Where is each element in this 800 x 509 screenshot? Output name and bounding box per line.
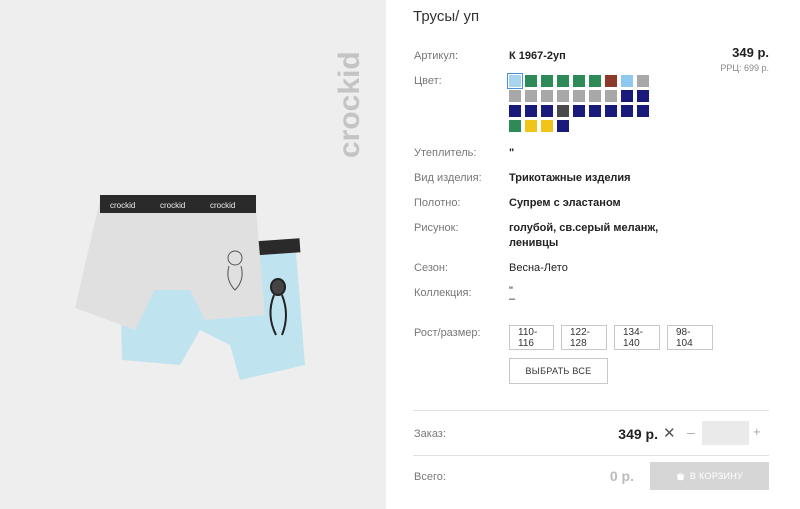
swatch-row [509, 105, 649, 117]
quantity-input[interactable] [702, 421, 749, 445]
color-swatch[interactable] [525, 75, 537, 87]
color-swatch[interactable] [573, 90, 585, 102]
swatch-row [509, 90, 649, 102]
color-swatch[interactable] [589, 75, 601, 87]
color-swatch[interactable] [605, 105, 617, 117]
cart-icon [676, 472, 684, 480]
color-swatch[interactable] [541, 75, 553, 87]
insulation-value: " [509, 147, 515, 159]
size-options: 110-116 122-128 134-140 98-104 [509, 325, 713, 350]
article-label: Артикул: [414, 50, 459, 62]
color-swatch[interactable] [509, 120, 521, 132]
type-value: Трикотажные изделия [509, 172, 631, 184]
product-rrp: РРЦ: 699 р. [720, 63, 769, 73]
season-value: Весна-Лето [509, 262, 568, 274]
color-swatch[interactable] [557, 105, 569, 117]
svg-text:crockid: crockid [160, 201, 185, 210]
season-label: Сезон: [414, 262, 448, 274]
product-image-panel: crockid crockid crockid crockid [0, 0, 386, 509]
size-option-134-140[interactable]: 134-140 [614, 325, 660, 350]
color-swatch[interactable] [525, 120, 537, 132]
total-value: 0 р. [609, 468, 634, 484]
swatch-row [507, 73, 649, 89]
color-swatch[interactable] [637, 75, 649, 87]
add-to-cart-button[interactable]: В КОРЗИНУ [650, 462, 769, 490]
brand-logo-text: crockid [333, 51, 366, 158]
collection-label: Коллекция: [414, 287, 472, 299]
color-swatch[interactable] [573, 105, 585, 117]
color-swatch[interactable] [637, 105, 649, 117]
insulation-label: Утеплитель: [414, 147, 477, 159]
pattern-label: Рисунок: [414, 222, 459, 234]
color-swatches [507, 73, 649, 135]
size-option-110-116[interactable]: 110-116 [509, 325, 554, 350]
svg-text:crockid: crockid [210, 201, 235, 210]
color-swatch[interactable] [509, 105, 521, 117]
svg-text:crockid: crockid [110, 201, 135, 210]
add-to-cart-label: В КОРЗИНУ [689, 471, 744, 481]
color-swatch[interactable] [573, 75, 585, 87]
color-swatch[interactable] [541, 120, 553, 132]
select-all-button[interactable]: ВЫБРАТЬ ВСЕ [509, 358, 608, 384]
color-swatch[interactable] [605, 90, 617, 102]
color-swatch[interactable] [589, 105, 601, 117]
size-label: Рост/размер: [414, 327, 481, 339]
color-swatch[interactable] [557, 90, 569, 102]
color-swatch[interactable] [589, 90, 601, 102]
color-swatch[interactable] [507, 73, 523, 89]
pattern-value-line1: голубой, св.серый меланж, [509, 222, 659, 234]
product-price: 349 р. [732, 45, 769, 60]
size-option-98-104[interactable]: 98-104 [667, 325, 713, 350]
brand-logo: crockid [333, 51, 366, 158]
divider [413, 455, 769, 456]
color-swatch[interactable] [509, 90, 521, 102]
type-label: Вид изделия: [414, 172, 482, 184]
fabric-value: Супрем с эластаном [509, 197, 621, 209]
color-swatch[interactable] [557, 120, 569, 132]
pattern-value-line2: ленивцы [509, 237, 559, 249]
color-label: Цвет: [414, 75, 442, 87]
article-value: К 1967-2уп [509, 50, 566, 62]
color-swatch[interactable] [605, 75, 617, 87]
color-swatch[interactable] [525, 90, 537, 102]
color-swatch[interactable] [637, 90, 649, 102]
clear-order-icon[interactable]: ✕ [663, 424, 676, 442]
total-label: Всего: [414, 471, 446, 483]
color-swatch[interactable] [621, 75, 633, 87]
product-image: crockid crockid crockid [75, 195, 305, 380]
order-price: 349 р. [618, 426, 658, 442]
swatch-row [509, 120, 649, 132]
quantity-increase-button[interactable]: + [753, 424, 761, 439]
divider [413, 410, 769, 411]
color-swatch[interactable] [557, 75, 569, 87]
size-option-122-128[interactable]: 122-128 [561, 325, 607, 350]
color-swatch[interactable] [541, 90, 553, 102]
color-swatch[interactable] [525, 105, 537, 117]
color-swatch[interactable] [621, 105, 633, 117]
fabric-label: Полотно: [414, 197, 461, 209]
order-label: Заказ: [414, 428, 446, 440]
collection-value-line2: – [509, 293, 516, 305]
color-swatch[interactable] [541, 105, 553, 117]
color-swatch[interactable] [621, 90, 633, 102]
product-title: Трусы/ уп [413, 8, 480, 25]
quantity-decrease-button[interactable]: – [687, 424, 695, 440]
